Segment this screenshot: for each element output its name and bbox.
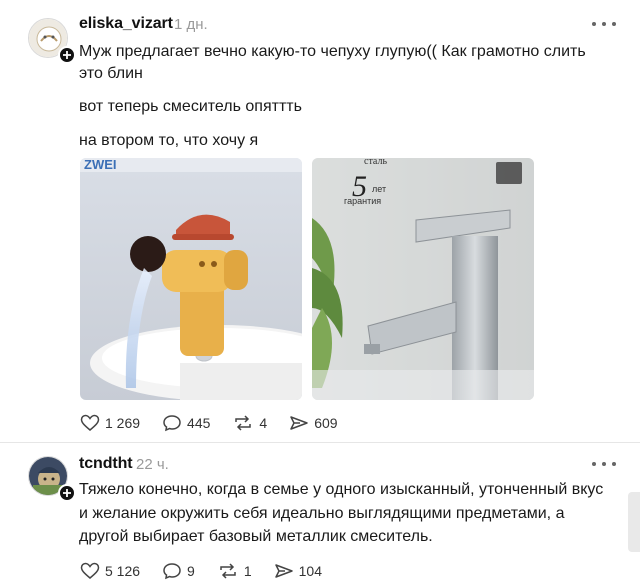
more-options-icon[interactable] <box>592 456 616 472</box>
badge-warranty: гарантия <box>344 196 381 206</box>
repost-button[interactable]: 1 <box>217 562 252 580</box>
comment-button[interactable]: 9 <box>162 562 195 580</box>
username[interactable]: tcndtht <box>79 455 133 473</box>
avatar-eliska[interactable] <box>28 18 76 64</box>
share-button[interactable]: 104 <box>274 562 322 580</box>
post-actions: 1 269 445 4 609 <box>80 414 360 432</box>
like-button[interactable]: 5 126 <box>80 562 140 580</box>
post-time: 1 дн. <box>174 16 208 33</box>
repost-count: 1 <box>243 563 252 579</box>
heart-icon <box>80 562 100 579</box>
avatar-tcndtht[interactable] <box>28 456 76 502</box>
repost-count: 4 <box>259 415 268 431</box>
post-text-line-3: на втором то, что хочу я <box>79 132 259 149</box>
comment-bubble-icon <box>163 415 181 432</box>
post-text-line-1: Муж предлагает вечно какую-то чепуху глу… <box>79 43 586 82</box>
repost-button[interactable]: 4 <box>232 414 267 432</box>
like-button[interactable]: 1 269 <box>80 414 140 432</box>
share-count: 609 <box>314 415 338 431</box>
brand-watermark: ZWEI <box>84 158 117 172</box>
comment-count: 9 <box>187 563 195 579</box>
post-actions: 5 126 9 1 104 <box>80 562 344 580</box>
follow-plus-icon[interactable] <box>58 46 76 64</box>
more-options-icon[interactable] <box>592 16 616 32</box>
repost-icon <box>220 563 236 579</box>
badge-top-text: сталь <box>364 158 387 167</box>
follow-plus-icon[interactable] <box>58 484 76 502</box>
share-button[interactable]: 609 <box>289 414 338 432</box>
send-icon <box>274 564 293 578</box>
post-eliska: eliska_vizart 1 дн. Муж предлагает вечно… <box>0 0 640 442</box>
repost-icon <box>235 415 252 431</box>
like-count: 5 126 <box>105 563 141 579</box>
cartoon-faucet-image[interactable]: ZWEI <box>80 158 302 400</box>
share-count: 104 <box>298 563 322 579</box>
username[interactable]: eliska_vizart <box>79 15 173 33</box>
badge-years: лет <box>372 184 386 194</box>
scrollbar-edge[interactable] <box>628 492 640 552</box>
heart-icon <box>80 414 100 431</box>
comment-bubble-icon <box>163 563 181 580</box>
post-text-line-2: вот теперь смеситель опяттть <box>79 98 302 115</box>
send-icon <box>290 416 308 430</box>
comment-button[interactable]: 445 <box>162 414 210 432</box>
post-tcndtht: tcndtht 22 ч. Тяжело конечно, когда в се… <box>0 446 640 584</box>
post-time: 22 ч. <box>136 456 169 473</box>
post-divider <box>0 442 640 443</box>
like-count: 1 269 <box>105 415 141 431</box>
comment-count: 445 <box>187 415 211 431</box>
post-text: Тяжело конечно, когда в семье у одного и… <box>79 481 604 545</box>
steel-faucet-image[interactable]: сталь 5 лет гарантия <box>312 158 534 400</box>
